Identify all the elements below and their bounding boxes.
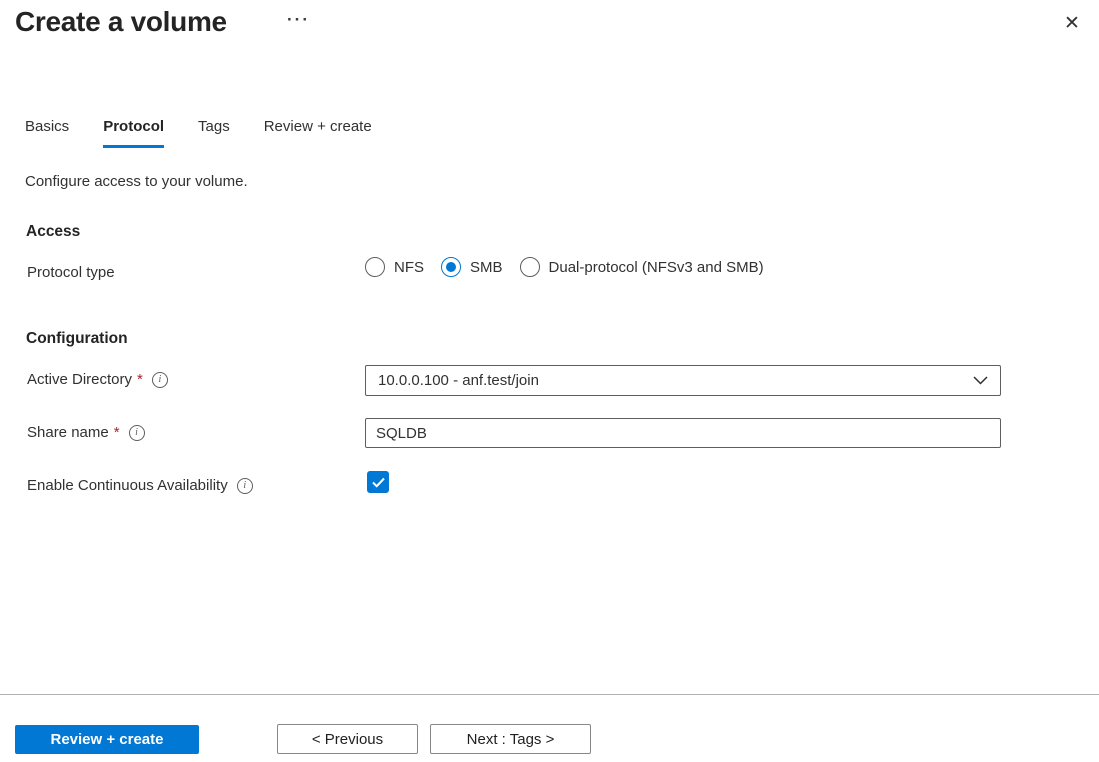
required-asterisk: * xyxy=(114,424,120,441)
more-options-icon[interactable]: ··· xyxy=(287,10,310,30)
radio-dual-protocol[interactable]: Dual-protocol (NFSv3 and SMB) xyxy=(520,257,764,277)
radio-dual-protocol-label: Dual-protocol (NFSv3 and SMB) xyxy=(549,259,764,276)
continuous-availability-label-text: Enable Continuous Availability xyxy=(27,477,228,494)
next-tags-button[interactable]: Next : Tags > xyxy=(430,724,591,754)
footer-divider xyxy=(0,694,1099,695)
section-heading-access: Access xyxy=(26,223,80,241)
previous-button[interactable]: < Previous xyxy=(277,724,418,754)
tab-basics[interactable]: Basics xyxy=(25,118,69,148)
continuous-availability-checkbox[interactable] xyxy=(367,471,389,493)
active-directory-label-text: Active Directory xyxy=(27,371,132,388)
review-create-button[interactable]: Review + create xyxy=(15,725,199,754)
radio-nfs-label: NFS xyxy=(394,259,424,276)
protocol-type-radio-group: NFS SMB Dual-protocol (NFSv3 and SMB) xyxy=(365,257,764,277)
radio-circle-icon xyxy=(441,257,461,277)
radio-nfs[interactable]: NFS xyxy=(365,257,424,277)
page-title: Create a volume xyxy=(15,6,227,38)
info-icon[interactable]: i xyxy=(129,425,145,441)
close-icon[interactable]: ✕ xyxy=(1059,11,1085,37)
info-icon[interactable]: i xyxy=(152,372,168,388)
radio-smb[interactable]: SMB xyxy=(441,257,503,277)
active-directory-label: Active Directory * i xyxy=(27,371,168,388)
protocol-type-label: Protocol type xyxy=(27,264,115,281)
tab-protocol[interactable]: Protocol xyxy=(103,118,164,148)
tab-tags[interactable]: Tags xyxy=(198,118,230,148)
create-volume-panel: Create a volume ··· ✕ Basics Protocol Ta… xyxy=(0,0,1099,762)
required-asterisk: * xyxy=(137,371,143,388)
checkmark-icon xyxy=(372,477,385,488)
continuous-availability-label: Enable Continuous Availability i xyxy=(27,477,253,494)
share-name-input[interactable] xyxy=(365,418,1001,448)
tab-bar: Basics Protocol Tags Review + create xyxy=(25,118,372,148)
radio-circle-icon xyxy=(365,257,385,277)
radio-circle-icon xyxy=(520,257,540,277)
share-name-label-text: Share name xyxy=(27,424,109,441)
radio-smb-label: SMB xyxy=(470,259,503,276)
info-icon[interactable]: i xyxy=(237,478,253,494)
protocol-type-label-text: Protocol type xyxy=(27,264,115,281)
active-directory-dropdown[interactable]: 10.0.0.100 - anf.test/join xyxy=(365,365,1001,396)
section-heading-configuration: Configuration xyxy=(26,330,128,348)
tab-review-create[interactable]: Review + create xyxy=(264,118,372,148)
share-name-label: Share name * i xyxy=(27,424,145,441)
page-description: Configure access to your volume. xyxy=(25,173,248,190)
active-directory-selected-value: 10.0.0.100 - anf.test/join xyxy=(378,372,539,389)
chevron-down-icon xyxy=(973,376,988,385)
